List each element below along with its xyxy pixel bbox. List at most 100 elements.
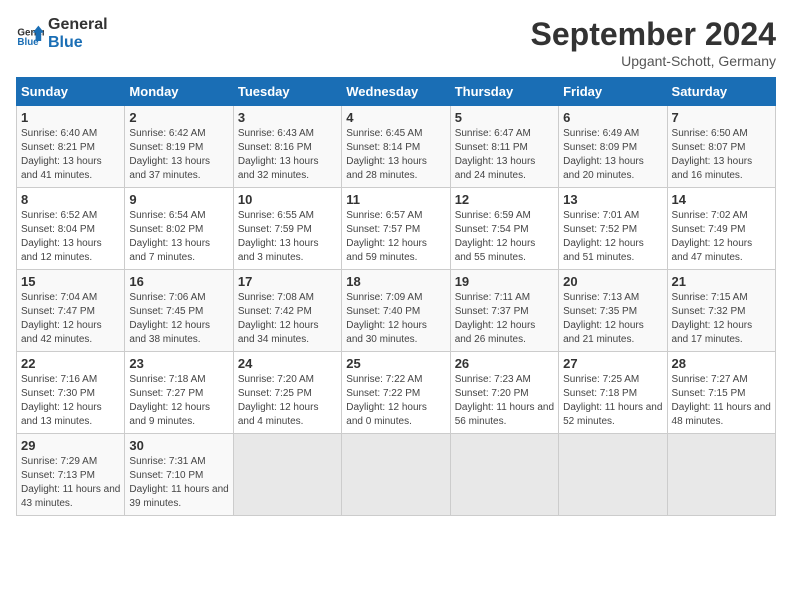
weekday-header-monday: Monday	[125, 78, 233, 106]
day-number: 14	[672, 192, 771, 207]
weekday-header-tuesday: Tuesday	[233, 78, 341, 106]
calendar-cell: 12 Sunrise: 6:59 AMSunset: 7:54 PMDaylig…	[450, 188, 558, 270]
calendar-cell: 2 Sunrise: 6:42 AMSunset: 8:19 PMDayligh…	[125, 106, 233, 188]
day-detail: Sunrise: 6:59 AMSunset: 7:54 PMDaylight:…	[455, 210, 536, 263]
day-number: 11	[346, 192, 445, 207]
logo-blue: Blue	[48, 34, 83, 51]
day-number: 12	[455, 192, 554, 207]
weekday-header-sunday: Sunday	[17, 78, 125, 106]
calendar-week-4: 22 Sunrise: 7:16 AMSunset: 7:30 PMDaylig…	[17, 352, 776, 434]
calendar-week-5: 29 Sunrise: 7:29 AMSunset: 7:13 PMDaylig…	[17, 434, 776, 516]
day-number: 26	[455, 356, 554, 371]
day-number: 16	[129, 274, 228, 289]
day-number: 18	[346, 274, 445, 289]
day-detail: Sunrise: 7:04 AMSunset: 7:47 PMDaylight:…	[21, 292, 102, 345]
day-number: 10	[238, 192, 337, 207]
calendar-cell: 4 Sunrise: 6:45 AMSunset: 8:14 PMDayligh…	[342, 106, 450, 188]
day-number: 7	[672, 110, 771, 125]
day-number: 29	[21, 438, 120, 453]
calendar-cell: 24 Sunrise: 7:20 AMSunset: 7:25 PMDaylig…	[233, 352, 341, 434]
day-detail: Sunrise: 7:25 AMSunset: 7:18 PMDaylight:…	[563, 374, 662, 427]
day-number: 17	[238, 274, 337, 289]
day-detail: Sunrise: 7:16 AMSunset: 7:30 PMDaylight:…	[21, 374, 102, 427]
calendar-cell	[450, 434, 558, 516]
day-number: 6	[563, 110, 662, 125]
day-detail: Sunrise: 7:23 AMSunset: 7:20 PMDaylight:…	[455, 374, 554, 427]
calendar-table: SundayMondayTuesdayWednesdayThursdayFrid…	[16, 77, 776, 516]
calendar-week-1: 1 Sunrise: 6:40 AMSunset: 8:21 PMDayligh…	[17, 106, 776, 188]
day-number: 22	[21, 356, 120, 371]
day-number: 4	[346, 110, 445, 125]
day-detail: Sunrise: 7:08 AMSunset: 7:42 PMDaylight:…	[238, 292, 319, 345]
day-detail: Sunrise: 7:06 AMSunset: 7:45 PMDaylight:…	[129, 292, 210, 345]
day-number: 8	[21, 192, 120, 207]
calendar-cell	[667, 434, 775, 516]
calendar-cell: 28 Sunrise: 7:27 AMSunset: 7:15 PMDaylig…	[667, 352, 775, 434]
calendar-cell: 10 Sunrise: 6:55 AMSunset: 7:59 PMDaylig…	[233, 188, 341, 270]
weekday-header-wednesday: Wednesday	[342, 78, 450, 106]
day-number: 15	[21, 274, 120, 289]
day-detail: Sunrise: 6:47 AMSunset: 8:11 PMDaylight:…	[455, 128, 536, 181]
day-number: 27	[563, 356, 662, 371]
calendar-cell: 15 Sunrise: 7:04 AMSunset: 7:47 PMDaylig…	[17, 270, 125, 352]
day-detail: Sunrise: 6:50 AMSunset: 8:07 PMDaylight:…	[672, 128, 753, 181]
calendar-cell: 1 Sunrise: 6:40 AMSunset: 8:21 PMDayligh…	[17, 106, 125, 188]
calendar-cell: 22 Sunrise: 7:16 AMSunset: 7:30 PMDaylig…	[17, 352, 125, 434]
calendar-cell: 30 Sunrise: 7:31 AMSunset: 7:10 PMDaylig…	[125, 434, 233, 516]
calendar-cell: 18 Sunrise: 7:09 AMSunset: 7:40 PMDaylig…	[342, 270, 450, 352]
title-area: September 2024 Upgant-Schott, Germany	[531, 16, 776, 69]
calendar-week-2: 8 Sunrise: 6:52 AMSunset: 8:04 PMDayligh…	[17, 188, 776, 270]
calendar-cell: 29 Sunrise: 7:29 AMSunset: 7:13 PMDaylig…	[17, 434, 125, 516]
day-detail: Sunrise: 7:15 AMSunset: 7:32 PMDaylight:…	[672, 292, 753, 345]
day-number: 25	[346, 356, 445, 371]
day-detail: Sunrise: 7:01 AMSunset: 7:52 PMDaylight:…	[563, 210, 644, 263]
calendar-week-3: 15 Sunrise: 7:04 AMSunset: 7:47 PMDaylig…	[17, 270, 776, 352]
calendar-cell: 26 Sunrise: 7:23 AMSunset: 7:20 PMDaylig…	[450, 352, 558, 434]
month-title: September 2024	[531, 16, 776, 53]
subtitle: Upgant-Schott, Germany	[531, 53, 776, 69]
calendar-cell: 6 Sunrise: 6:49 AMSunset: 8:09 PMDayligh…	[559, 106, 667, 188]
day-detail: Sunrise: 6:49 AMSunset: 8:09 PMDaylight:…	[563, 128, 644, 181]
day-number: 3	[238, 110, 337, 125]
calendar-cell: 20 Sunrise: 7:13 AMSunset: 7:35 PMDaylig…	[559, 270, 667, 352]
calendar-cell: 8 Sunrise: 6:52 AMSunset: 8:04 PMDayligh…	[17, 188, 125, 270]
weekday-header-friday: Friday	[559, 78, 667, 106]
day-number: 30	[129, 438, 228, 453]
day-detail: Sunrise: 6:57 AMSunset: 7:57 PMDaylight:…	[346, 210, 427, 263]
day-detail: Sunrise: 6:52 AMSunset: 8:04 PMDaylight:…	[21, 210, 102, 263]
weekday-header-thursday: Thursday	[450, 78, 558, 106]
day-number: 9	[129, 192, 228, 207]
calendar-cell: 11 Sunrise: 6:57 AMSunset: 7:57 PMDaylig…	[342, 188, 450, 270]
calendar-cell: 3 Sunrise: 6:43 AMSunset: 8:16 PMDayligh…	[233, 106, 341, 188]
calendar-cell: 19 Sunrise: 7:11 AMSunset: 7:37 PMDaylig…	[450, 270, 558, 352]
calendar-cell: 7 Sunrise: 6:50 AMSunset: 8:07 PMDayligh…	[667, 106, 775, 188]
day-detail: Sunrise: 6:55 AMSunset: 7:59 PMDaylight:…	[238, 210, 319, 263]
calendar-cell: 5 Sunrise: 6:47 AMSunset: 8:11 PMDayligh…	[450, 106, 558, 188]
calendar-cell	[559, 434, 667, 516]
calendar-cell	[233, 434, 341, 516]
day-detail: Sunrise: 6:54 AMSunset: 8:02 PMDaylight:…	[129, 210, 210, 263]
day-number: 28	[672, 356, 771, 371]
day-detail: Sunrise: 7:13 AMSunset: 7:35 PMDaylight:…	[563, 292, 644, 345]
logo: General Blue General Blue	[16, 16, 108, 51]
calendar-cell: 21 Sunrise: 7:15 AMSunset: 7:32 PMDaylig…	[667, 270, 775, 352]
calendar-cell: 16 Sunrise: 7:06 AMSunset: 7:45 PMDaylig…	[125, 270, 233, 352]
weekday-header-saturday: Saturday	[667, 78, 775, 106]
day-detail: Sunrise: 7:27 AMSunset: 7:15 PMDaylight:…	[672, 374, 771, 427]
day-number: 13	[563, 192, 662, 207]
day-detail: Sunrise: 6:40 AMSunset: 8:21 PMDaylight:…	[21, 128, 102, 181]
logo-icon: General Blue	[16, 20, 44, 48]
day-number: 21	[672, 274, 771, 289]
weekday-header-row: SundayMondayTuesdayWednesdayThursdayFrid…	[17, 78, 776, 106]
day-number: 5	[455, 110, 554, 125]
day-detail: Sunrise: 6:45 AMSunset: 8:14 PMDaylight:…	[346, 128, 427, 181]
day-number: 2	[129, 110, 228, 125]
day-number: 23	[129, 356, 228, 371]
day-detail: Sunrise: 6:42 AMSunset: 8:19 PMDaylight:…	[129, 128, 210, 181]
day-number: 1	[21, 110, 120, 125]
day-detail: Sunrise: 7:29 AMSunset: 7:13 PMDaylight:…	[21, 456, 120, 509]
day-detail: Sunrise: 7:09 AMSunset: 7:40 PMDaylight:…	[346, 292, 427, 345]
day-number: 20	[563, 274, 662, 289]
day-detail: Sunrise: 7:02 AMSunset: 7:49 PMDaylight:…	[672, 210, 753, 263]
logo-general: General	[48, 16, 108, 33]
